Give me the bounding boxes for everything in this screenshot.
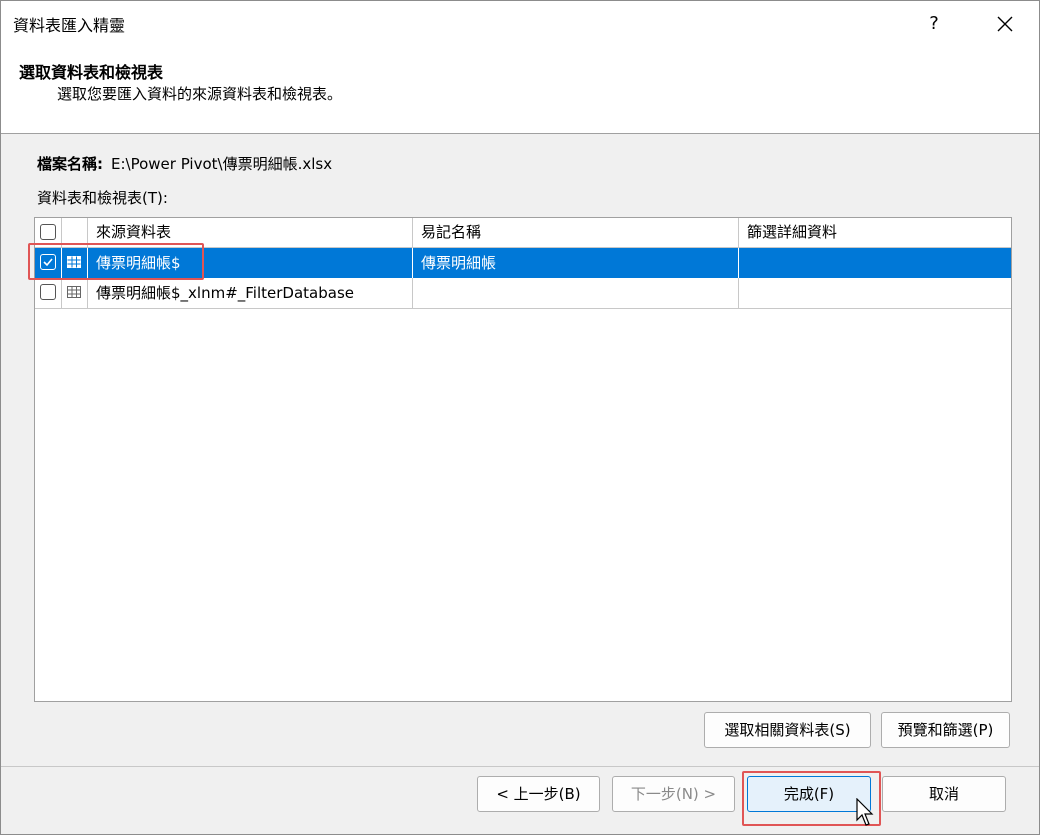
select-related-tables-button[interactable]: 選取相關資料表(S): [704, 712, 871, 748]
file-name-label: 檔案名稱:: [37, 155, 103, 173]
row-friendly-name[interactable]: [413, 278, 739, 308]
row-filter-details[interactable]: [739, 248, 1011, 278]
next-button[interactable]: 下一步(N) >: [612, 776, 735, 812]
table-icon: [67, 286, 81, 298]
close-icon: [997, 16, 1013, 32]
tables-grid: 來源資料表 易記名稱 篩選詳細資料 傳票明細帳$ 傳票明細帳 傳票明細帳$_xl…: [34, 217, 1012, 702]
column-header-friendly[interactable]: 易記名稱: [413, 218, 739, 247]
select-all-checkbox[interactable]: [40, 224, 56, 240]
tables-list-label: 資料表和檢視表(T):: [37, 189, 168, 207]
row-checkbox[interactable]: [40, 284, 56, 300]
import-wizard-dialog: 資料表匯入精靈 ? 選取資料表和檢視表 選取您要匯入資料的來源資料表和檢視表。 …: [0, 0, 1040, 835]
file-name-value: E:\Power Pivot\傳票明細帳.xlsx: [111, 155, 333, 173]
window-title: 資料表匯入精靈: [13, 16, 126, 35]
help-button[interactable]: ?: [914, 9, 954, 39]
file-name-row: 檔案名稱: E:\Power Pivot\傳票明細帳.xlsx: [37, 153, 332, 174]
wizard-header: 選取資料表和檢視表 選取您要匯入資料的來源資料表和檢視表。: [1, 45, 1039, 134]
close-button[interactable]: [983, 9, 1027, 39]
column-header-filter[interactable]: 篩選詳細資料: [739, 218, 1011, 247]
table-row[interactable]: 傳票明細帳$_xlnm#_FilterDatabase: [35, 278, 1011, 309]
preview-and-filter-button[interactable]: 預覽和篩選(P): [881, 712, 1010, 748]
mouse-pointer-icon: [856, 798, 874, 826]
highlight-selected-row: [28, 243, 204, 280]
page-subtitle: 選取您要匯入資料的來源資料表和檢視表。: [57, 85, 343, 103]
row-icon-cell: [62, 278, 88, 308]
row-filter-details[interactable]: [739, 278, 1011, 308]
back-button[interactable]: < 上一步(B): [477, 776, 600, 812]
footer-divider: [1, 766, 1039, 767]
page-title: 選取資料表和檢視表: [19, 63, 164, 82]
title-bar: 資料表匯入精靈 ?: [1, 1, 1039, 45]
row-friendly-name[interactable]: 傳票明細帳: [413, 248, 739, 278]
row-source-name: 傳票明細帳$_xlnm#_FilterDatabase: [88, 278, 413, 308]
cancel-button[interactable]: 取消: [882, 776, 1006, 812]
row-checkbox-cell[interactable]: [35, 278, 62, 308]
